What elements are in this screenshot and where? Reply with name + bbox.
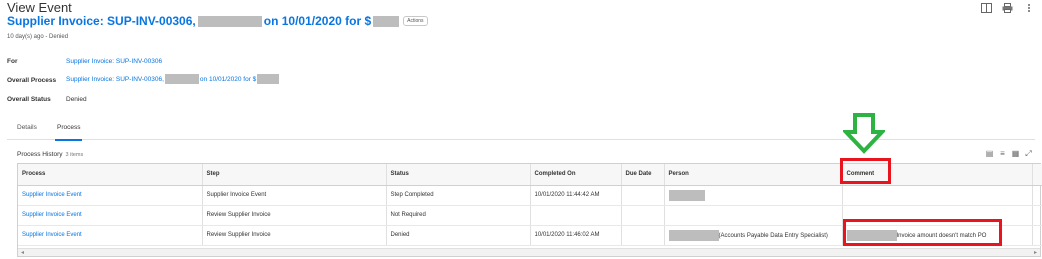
status-cell: Not Required: [386, 205, 531, 226]
column-header-person[interactable]: Person: [664, 164, 843, 186]
process-cell[interactable]: Supplier Invoice Event: [18, 225, 203, 246]
column-header-step[interactable]: Step: [202, 164, 387, 186]
completed-on-cell: 10/01/2020 11:44:42 AM: [530, 185, 622, 206]
for-value-link[interactable]: Supplier Invoice: SUP-INV-00306: [66, 58, 162, 65]
spacer-cell: [1032, 205, 1042, 226]
redacted-person-name: [668, 229, 719, 241]
actions-button[interactable]: Actions: [403, 16, 428, 26]
completed-on-cell: [530, 205, 622, 226]
step-cell: Review Supplier Invoice: [202, 205, 387, 226]
column-layout-icon[interactable]: ▦: [1011, 149, 1020, 158]
redacted-amount: [373, 15, 400, 27]
redacted-supplier-name: [164, 74, 199, 84]
page-title: View Event: [7, 0, 72, 15]
completed-on-cell: 10/01/2020 11:46:02 AM: [530, 225, 622, 246]
overall-process-middle: on 10/01/2020 for $: [199, 75, 257, 83]
person-cell: [664, 205, 843, 226]
redacted-amount: [257, 74, 280, 84]
filter-icon[interactable]: ≡: [998, 149, 1007, 158]
due-date-cell: [621, 225, 665, 246]
status-cell: Step Completed: [386, 185, 531, 206]
redacted-person-name: [668, 189, 705, 201]
comment-cell: [842, 185, 1033, 206]
overall-status-value: Denied: [66, 96, 87, 103]
print-icon[interactable]: [1002, 3, 1013, 13]
due-date-cell: [621, 205, 665, 226]
table-row: Supplier Invoice Event Supplier Invoice …: [18, 185, 1042, 206]
process-cell[interactable]: Supplier Invoice Event: [18, 205, 203, 226]
overall-process-label: Overall Process: [7, 77, 57, 84]
process-history-title: Process History 3 items: [17, 151, 83, 158]
for-label: For: [7, 58, 18, 65]
comment-cell-highlight: [843, 219, 1002, 246]
down-arrow-icon: [843, 113, 885, 154]
process-cell[interactable]: Supplier Invoice Event: [18, 185, 203, 206]
person-cell: (Accounts Payable Data Entry Specialist): [664, 225, 843, 246]
scroll-right-icon[interactable]: ▸: [1034, 249, 1037, 257]
status-cell: Denied: [386, 225, 531, 246]
fullscreen-icon[interactable]: ⤢: [1024, 149, 1033, 158]
tab-details[interactable]: Details: [17, 124, 37, 131]
spacer-cell: [1032, 225, 1042, 246]
column-header-due-date[interactable]: Due Date: [621, 164, 665, 186]
process-history-label: Process History: [17, 151, 63, 158]
process-history-count: 3 items: [65, 152, 84, 158]
column-header-process[interactable]: Process: [18, 164, 203, 186]
column-header-spacer: [1032, 164, 1042, 186]
step-cell: Supplier Invoice Event: [202, 185, 387, 206]
tab-process[interactable]: Process: [54, 124, 84, 141]
comment-header-highlight: [840, 158, 891, 184]
more-icon[interactable]: [1023, 3, 1034, 13]
overall-status-label: Overall Status: [7, 96, 51, 103]
person-role: (Accounts Payable Data Entry Specialist): [718, 232, 828, 239]
excel-export-icon[interactable]: ▤: [985, 149, 994, 158]
subtitle-prefix: Supplier Invoice: SUP-INV-00306,: [7, 14, 196, 28]
time-ago-status: 10 day(s) ago - Denied: [7, 34, 69, 40]
overall-process-link[interactable]: Supplier Invoice: SUP-INV-00306, on 10/0…: [66, 74, 280, 84]
scroll-left-icon[interactable]: ◂: [21, 249, 24, 257]
grid-toolbar: ▤ ≡ ▦ ⤢: [985, 149, 1033, 158]
column-header-completed-on[interactable]: Completed On: [530, 164, 622, 186]
redacted-supplier-name: [197, 15, 262, 27]
event-subtitle-link[interactable]: Supplier Invoice: SUP-INV-00306, on 10/0…: [7, 14, 428, 28]
subtitle-middle: on 10/01/2020 for $: [263, 14, 372, 28]
column-header-status[interactable]: Status: [386, 164, 531, 186]
step-cell: Review Supplier Invoice: [202, 225, 387, 246]
person-cell: [664, 185, 843, 206]
overall-process-prefix: Supplier Invoice: SUP-INV-00306,: [66, 75, 164, 83]
horizontal-scrollbar[interactable]: ◂ ▸: [18, 248, 1040, 256]
excel-export-icon[interactable]: [981, 3, 992, 13]
due-date-cell: [621, 185, 665, 206]
spacer-cell: [1032, 185, 1042, 206]
top-toolbar: [981, 3, 1034, 13]
